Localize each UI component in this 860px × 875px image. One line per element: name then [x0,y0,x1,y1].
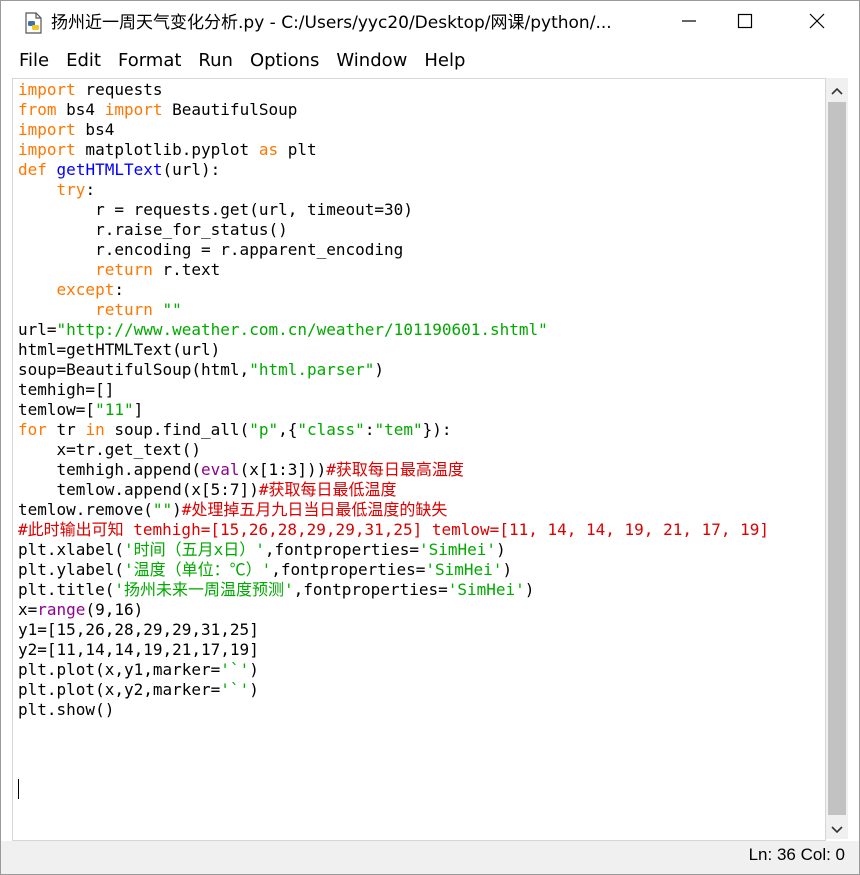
maximize-icon [737,13,753,33]
close-button[interactable] [783,1,851,45]
code-text: import requests from bs4 import Beautiful… [18,80,769,720]
code-line: import matplotlib.pyplot as plt [18,140,317,159]
menu-file[interactable]: File [1,47,56,75]
triangle-down-icon [831,819,843,838]
scrollbar-thumb[interactable] [828,102,846,815]
code-line: soup=BeautifulSoup(html,"html.parser") [18,360,385,379]
minimize-icon [681,13,697,33]
status-bar: Ln: 36 Col: 0 [1,841,859,874]
code-line: except: [56,280,124,299]
menu-options[interactable]: Options [240,47,326,75]
code-line: r.encoding = r.apparent_encoding [18,240,404,259]
window-title: 扬州近一周天气变化分析.py - C:/Users/yyc20/Desktop/… [51,13,612,33]
code-line: temhigh.append(eval(x[1:3]))#获取每日最高温度 [18,460,464,479]
code-line: temlow=["11"] [18,400,144,419]
code-line: from bs4 import BeautifulSoup [18,100,298,119]
code-line: html=getHTMLText(url) [18,340,221,359]
code-line: return r.text [95,260,221,279]
code-line: url="http://www.weather.com.cn/weather/1… [18,320,548,339]
code-line: plt.plot(x,y1,marker='`') [18,660,259,679]
code-line: temhigh=[] [18,380,115,399]
cursor-position: Ln: 36 Col: 0 [748,845,845,864]
code-line: plt.title('扬州未来一周温度预测',fontproperties='S… [18,580,535,599]
code-line: import bs4 [18,120,115,139]
code-line: x=tr.get_text() [18,440,202,459]
code-line: plt.plot(x,y2,marker='`') [18,680,259,699]
code-line: plt.show() [18,700,115,719]
code-line: for tr in soup.find_all("p",{"class":"te… [18,420,452,439]
code-line: import requests [18,80,163,99]
menu-window[interactable]: Window [326,47,414,75]
code-line: return "" [95,300,182,319]
code-line: def getHTMLText(url): [18,160,221,179]
menu-help[interactable]: Help [414,47,472,75]
idle-editor-window: 扬州近一周天气变化分析.py - C:/Users/yyc20/Desktop/… [0,0,860,875]
code-line: temlow.append(x[5:7])#获取每日最低温度 [18,480,397,499]
menu-format[interactable]: Format [108,47,188,75]
code-line: x=range(9,16) [18,600,144,619]
code-line: try: [56,180,96,199]
code-line: plt.xlabel('时间（五月x日）',fontproperties='Si… [18,540,506,559]
close-icon [809,13,825,33]
menu-bar: File Edit Format Run Options Window Help [1,47,859,75]
maximize-button[interactable] [711,1,779,45]
menu-edit[interactable]: Edit [56,47,108,75]
triangle-up-icon [831,80,843,99]
code-line: y2=[11,14,14,19,21,17,19] [18,640,259,659]
code-line: y1=[15,26,28,29,29,31,25] [18,620,259,639]
code-line: temlow.remove("")#处理掉五月九日当日最低温度的缺失 [18,500,448,519]
code-editor[interactable]: import requests from bs4 import Beautiful… [12,78,826,841]
scroll-up-button[interactable] [826,78,848,100]
text-cursor [18,779,19,799]
scroll-down-button[interactable] [826,817,848,839]
code-line: r.raise_for_status() [18,220,288,239]
vertical-scrollbar[interactable] [826,78,848,839]
title-bar[interactable]: 扬州近一周天气变化分析.py - C:/Users/yyc20/Desktop/… [1,1,859,45]
menu-run[interactable]: Run [188,47,240,75]
python-file-icon [23,12,45,34]
code-line: plt.ylabel('温度（单位：℃）',fontproperties='Si… [18,560,513,579]
code-line: r = requests.get(url, timeout=30) [18,200,413,219]
code-line: #此时输出可知 temhigh=[15,26,28,29,29,31,25] t… [18,520,770,539]
